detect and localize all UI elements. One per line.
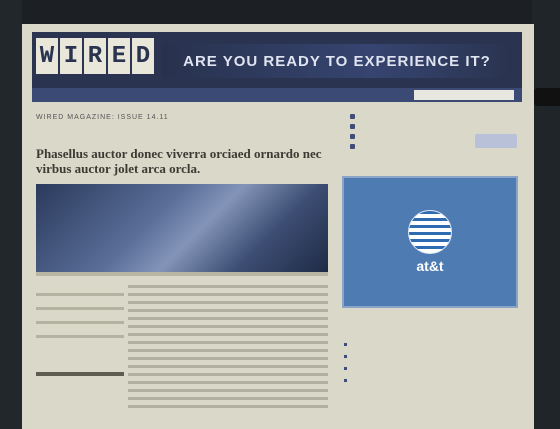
share-link[interactable] [350,114,430,119]
logo-letter: E [108,38,130,74]
body-text-line [128,381,328,384]
body-text-line [128,309,328,312]
hero-image [36,184,328,272]
share-link[interactable] [350,124,430,129]
bullet-icon [344,355,347,358]
body-text-line [128,301,328,304]
popular-list [344,342,514,390]
body-text-line [128,365,328,368]
search-input[interactable] [414,90,514,100]
bookmark-icon [350,144,355,149]
list-item[interactable] [344,378,514,382]
meta-line [36,293,124,296]
share-links [350,114,430,154]
share-icon [350,114,355,119]
site-logo[interactable]: W I R E D [36,38,158,78]
list-item[interactable] [344,366,514,370]
body-text-line [128,285,328,288]
image-caption-bar [36,272,328,276]
body-text-line [128,349,328,352]
breadcrumb: WIRED MAGAZINE: ISSUE 14.11 [36,114,169,121]
share-link[interactable] [350,144,430,149]
body-text-line [128,373,328,376]
site-header: W I R E D ARE YOU READY TO EXPERIENCE IT… [32,32,522,88]
sponsor-logo[interactable] [475,134,517,148]
sidebar-ad[interactable]: at&t [342,176,518,308]
logo-letter: I [60,38,82,74]
article-headline: Phasellus auctor donec viverra orciaed o… [36,146,322,176]
logo-letter: D [132,38,154,74]
body-text-line [128,397,328,400]
browser-page: W I R E D ARE YOU READY TO EXPERIENCE IT… [22,24,534,429]
email-icon [350,124,355,129]
meta-line [36,307,124,310]
print-icon [350,134,355,139]
meta-line [36,335,124,338]
list-item[interactable] [344,342,514,346]
monitor-bezel-left [0,0,22,429]
logo-letter: R [84,38,106,74]
meta-line [36,321,124,324]
bullet-icon [344,379,347,382]
logo-letter: W [36,38,58,74]
share-link[interactable] [350,134,430,139]
att-globe-icon [408,210,452,254]
banner-ad[interactable]: ARE YOU READY TO EXPERIENCE IT? [162,44,512,78]
ad-brand: at&t [416,258,444,274]
bullet-icon [344,343,347,346]
bullet-icon [344,367,347,370]
body-text-line [128,333,328,336]
body-text-line [128,405,328,408]
monitor-side-button [534,88,560,106]
monitor-bezel-right [532,0,560,429]
body-text-line [128,293,328,296]
nav-bar [32,88,522,102]
body-text-line [128,389,328,392]
body-text-line [128,341,328,344]
article-body [128,280,328,413]
list-item[interactable] [344,354,514,358]
body-text-line [128,357,328,360]
article-meta-column [36,282,124,376]
body-text-line [128,325,328,328]
body-text-line [128,317,328,320]
meta-link[interactable] [36,372,124,376]
